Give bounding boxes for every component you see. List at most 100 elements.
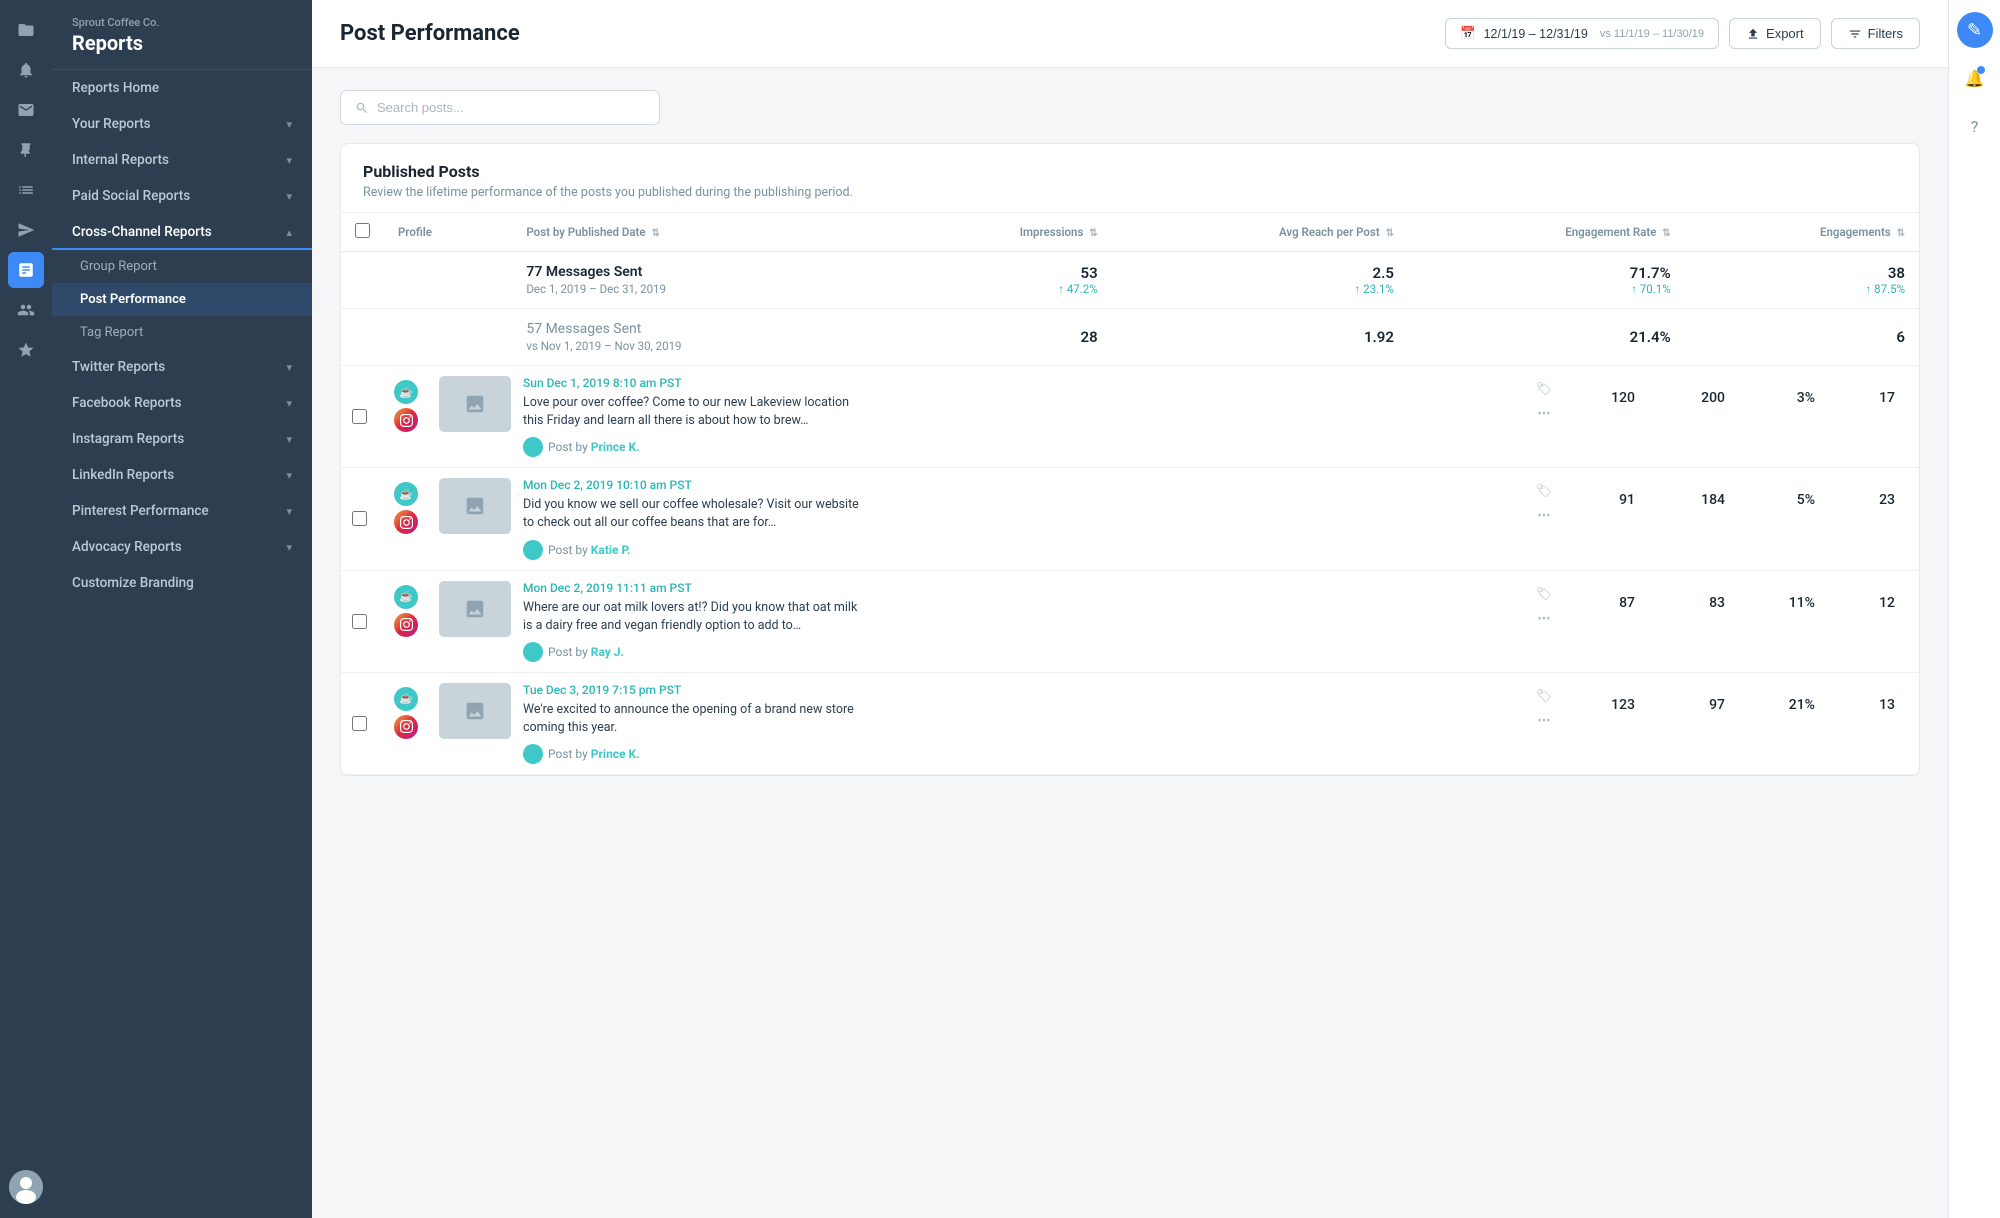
sidebar-sub-tag-report[interactable]: Tag Report (52, 316, 312, 349)
post-body-1: Did you know we sell our coffee wholesal… (523, 496, 863, 532)
sidebar-item-advocacy[interactable]: Advocacy Reports ▾ (52, 529, 312, 565)
calendar-icon: 📅 (1460, 26, 1476, 41)
sidebar-item-paid-social[interactable]: Paid Social Reports ▾ (52, 178, 312, 214)
rail-analytics-icon[interactable] (8, 252, 44, 288)
date-range-label: 12/1/19 – 12/31/19 (1484, 27, 1588, 41)
post-content-3: Tue Dec 3, 2019 7:15 pm PST We're excite… (435, 683, 1529, 764)
search-icon (355, 101, 369, 115)
export-button[interactable]: Export (1729, 18, 1821, 49)
card-header: Published Posts Review the lifetime perf… (341, 144, 1919, 213)
post-checkbox-2[interactable] (352, 614, 367, 629)
published-posts-card: Published Posts Review the lifetime perf… (340, 143, 1920, 776)
post-checkbox-0[interactable] (352, 409, 367, 424)
sidebar-item-customize-branding[interactable]: Customize Branding (52, 565, 312, 601)
tag-report-label: Tag Report (80, 325, 143, 340)
rail-pin-icon[interactable] (8, 132, 44, 168)
compose-button[interactable]: ✎ (1957, 12, 1993, 48)
more-icon-1[interactable]: ••• (1537, 509, 1550, 524)
rail-alert-icon[interactable] (8, 52, 44, 88)
sidebar-item-pinterest[interactable]: Pinterest Performance ▾ (52, 493, 312, 529)
post-content-2: Mon Dec 2, 2019 11:11 am PST Where are o… (435, 581, 1529, 662)
compose-icon: ✎ (1967, 20, 1982, 41)
current-avg-reach: 2.5 (1126, 264, 1394, 282)
sidebar-item-linkedin[interactable]: LinkedIn Reports ▾ (52, 457, 312, 493)
sidebar-item-reports-home[interactable]: Reports Home (52, 70, 312, 106)
post-body-0: Love pour over coffee? Come to our new L… (523, 394, 863, 430)
post-time-0: Sun Dec 1, 2019 8:10 am PST (523, 376, 863, 390)
instagram-icon-2 (394, 613, 418, 637)
post-row-1: ☕ Mon Dec 2, 2019 10:10 am PST Did you k… (341, 468, 1919, 570)
sidebar-brand: Sprout Coffee Co. Reports (52, 0, 312, 70)
post-time-1: Mon Dec 2, 2019 10:10 am PST (523, 478, 863, 492)
rail-send-icon[interactable] (8, 212, 44, 248)
th-engagements[interactable]: Engagements ⇅ (1685, 213, 1919, 252)
tag-icon-1[interactable]: 🏷 (1536, 484, 1553, 499)
notification-button[interactable]: 🔔 (1957, 60, 1993, 96)
sidebar-item-internal-reports[interactable]: Internal Reports ▾ (52, 142, 312, 178)
th-engagement-rate[interactable]: Engagement Rate ⇅ (1408, 213, 1685, 252)
th-impressions[interactable]: Impressions ⇅ (892, 213, 1112, 252)
sidebar-item-facebook[interactable]: Facebook Reports ▾ (52, 385, 312, 421)
post-checkbox-cell (341, 376, 377, 457)
filters-icon (1848, 27, 1862, 41)
pinterest-label: Pinterest Performance (72, 503, 209, 519)
chevron-down-icon: ▾ (286, 433, 292, 446)
sidebar-item-twitter[interactable]: Twitter Reports ▾ (52, 349, 312, 385)
tag-icon-0[interactable]: 🏷 (1536, 382, 1553, 397)
post-checkbox-3[interactable] (352, 716, 367, 731)
prev-period: vs Nov 1, 2019 – Nov 30, 2019 (526, 339, 878, 353)
search-bar-wrap (340, 90, 1920, 125)
rail-list-icon[interactable] (8, 172, 44, 208)
post-checkbox-cell (341, 683, 377, 764)
user-avatar[interactable] (9, 1170, 43, 1204)
rail-star-icon[interactable] (8, 332, 44, 368)
post-row-0: ☕ Sun Dec 1, 2019 8:10 am PST Love pour … (341, 366, 1919, 468)
post-impressions-0: 120 (1559, 376, 1649, 457)
date-range-button[interactable]: 📅 12/1/19 – 12/31/19 vs 11/1/19 – 11/30/… (1445, 18, 1719, 49)
sidebar-item-cross-channel[interactable]: Cross-Channel Reports ▴ (52, 214, 312, 250)
th-checkbox (341, 213, 384, 252)
rail-folder-icon[interactable] (8, 12, 44, 48)
card-title: Published Posts (363, 162, 1897, 181)
filters-button[interactable]: Filters (1831, 18, 1920, 49)
tag-icon-2[interactable]: 🏷 (1536, 587, 1553, 602)
post-thumbnail-0 (439, 376, 511, 432)
search-input[interactable] (377, 100, 645, 115)
post-engagement-rate-1: 5% (1739, 478, 1829, 559)
post-content-0: Sun Dec 1, 2019 8:10 am PST Love pour ov… (435, 376, 1529, 457)
post-time-2: Mon Dec 2, 2019 11:11 am PST (523, 581, 863, 595)
post-social-icons-2: ☕ (377, 581, 435, 662)
prev-messages-sent: 57 Messages Sent (526, 321, 878, 337)
current-impressions-delta: ↑ 47.2% (906, 282, 1098, 296)
sidebar-sub-group-report[interactable]: Group Report (52, 250, 312, 283)
notification-badge (1977, 66, 1985, 74)
post-author-0: Post by Prince K. (523, 437, 863, 457)
th-avg-reach[interactable]: Avg Reach per Post ⇅ (1112, 213, 1408, 252)
prev-avg-reach: 1.92 (1126, 328, 1394, 346)
chevron-down-icon: ▾ (286, 361, 292, 374)
post-checkbox-1[interactable] (352, 511, 367, 526)
help-button[interactable]: ? (1957, 108, 1993, 144)
more-icon-0[interactable]: ••• (1537, 407, 1550, 422)
sidebar-sub-post-performance[interactable]: Post Performance (52, 283, 312, 316)
sidebar-item-instagram[interactable]: Instagram Reports ▾ (52, 421, 312, 457)
post-checkbox-cell (341, 581, 377, 662)
more-icon-3[interactable]: ••• (1537, 714, 1550, 729)
select-all-checkbox[interactable] (355, 223, 370, 238)
posts-list: ☕ Sun Dec 1, 2019 8:10 am PST Love pour … (341, 366, 1919, 775)
post-body-2: Where are our oat milk lovers at!? Did y… (523, 599, 863, 635)
sidebar-item-your-reports[interactable]: Your Reports ▾ (52, 106, 312, 142)
rail-people-icon[interactable] (8, 292, 44, 328)
export-icon (1746, 27, 1760, 41)
more-icon-2[interactable]: ••• (1537, 612, 1550, 627)
page-title: Post Performance (340, 21, 520, 46)
coffee-icon-3: ☕ (394, 687, 418, 711)
chevron-down-icon: ▾ (286, 154, 292, 167)
current-engagements-delta: ↑ 87.5% (1699, 282, 1905, 296)
main-content: Post Performance 📅 12/1/19 – 12/31/19 vs… (312, 0, 1948, 1218)
rail-inbox-icon[interactable] (8, 92, 44, 128)
tag-icon-3[interactable]: 🏷 (1536, 689, 1553, 704)
post-impressions-2: 87 (1559, 581, 1649, 662)
th-post-date[interactable]: Post by Published Date ⇅ (512, 213, 892, 252)
post-impressions-1: 91 (1559, 478, 1649, 559)
